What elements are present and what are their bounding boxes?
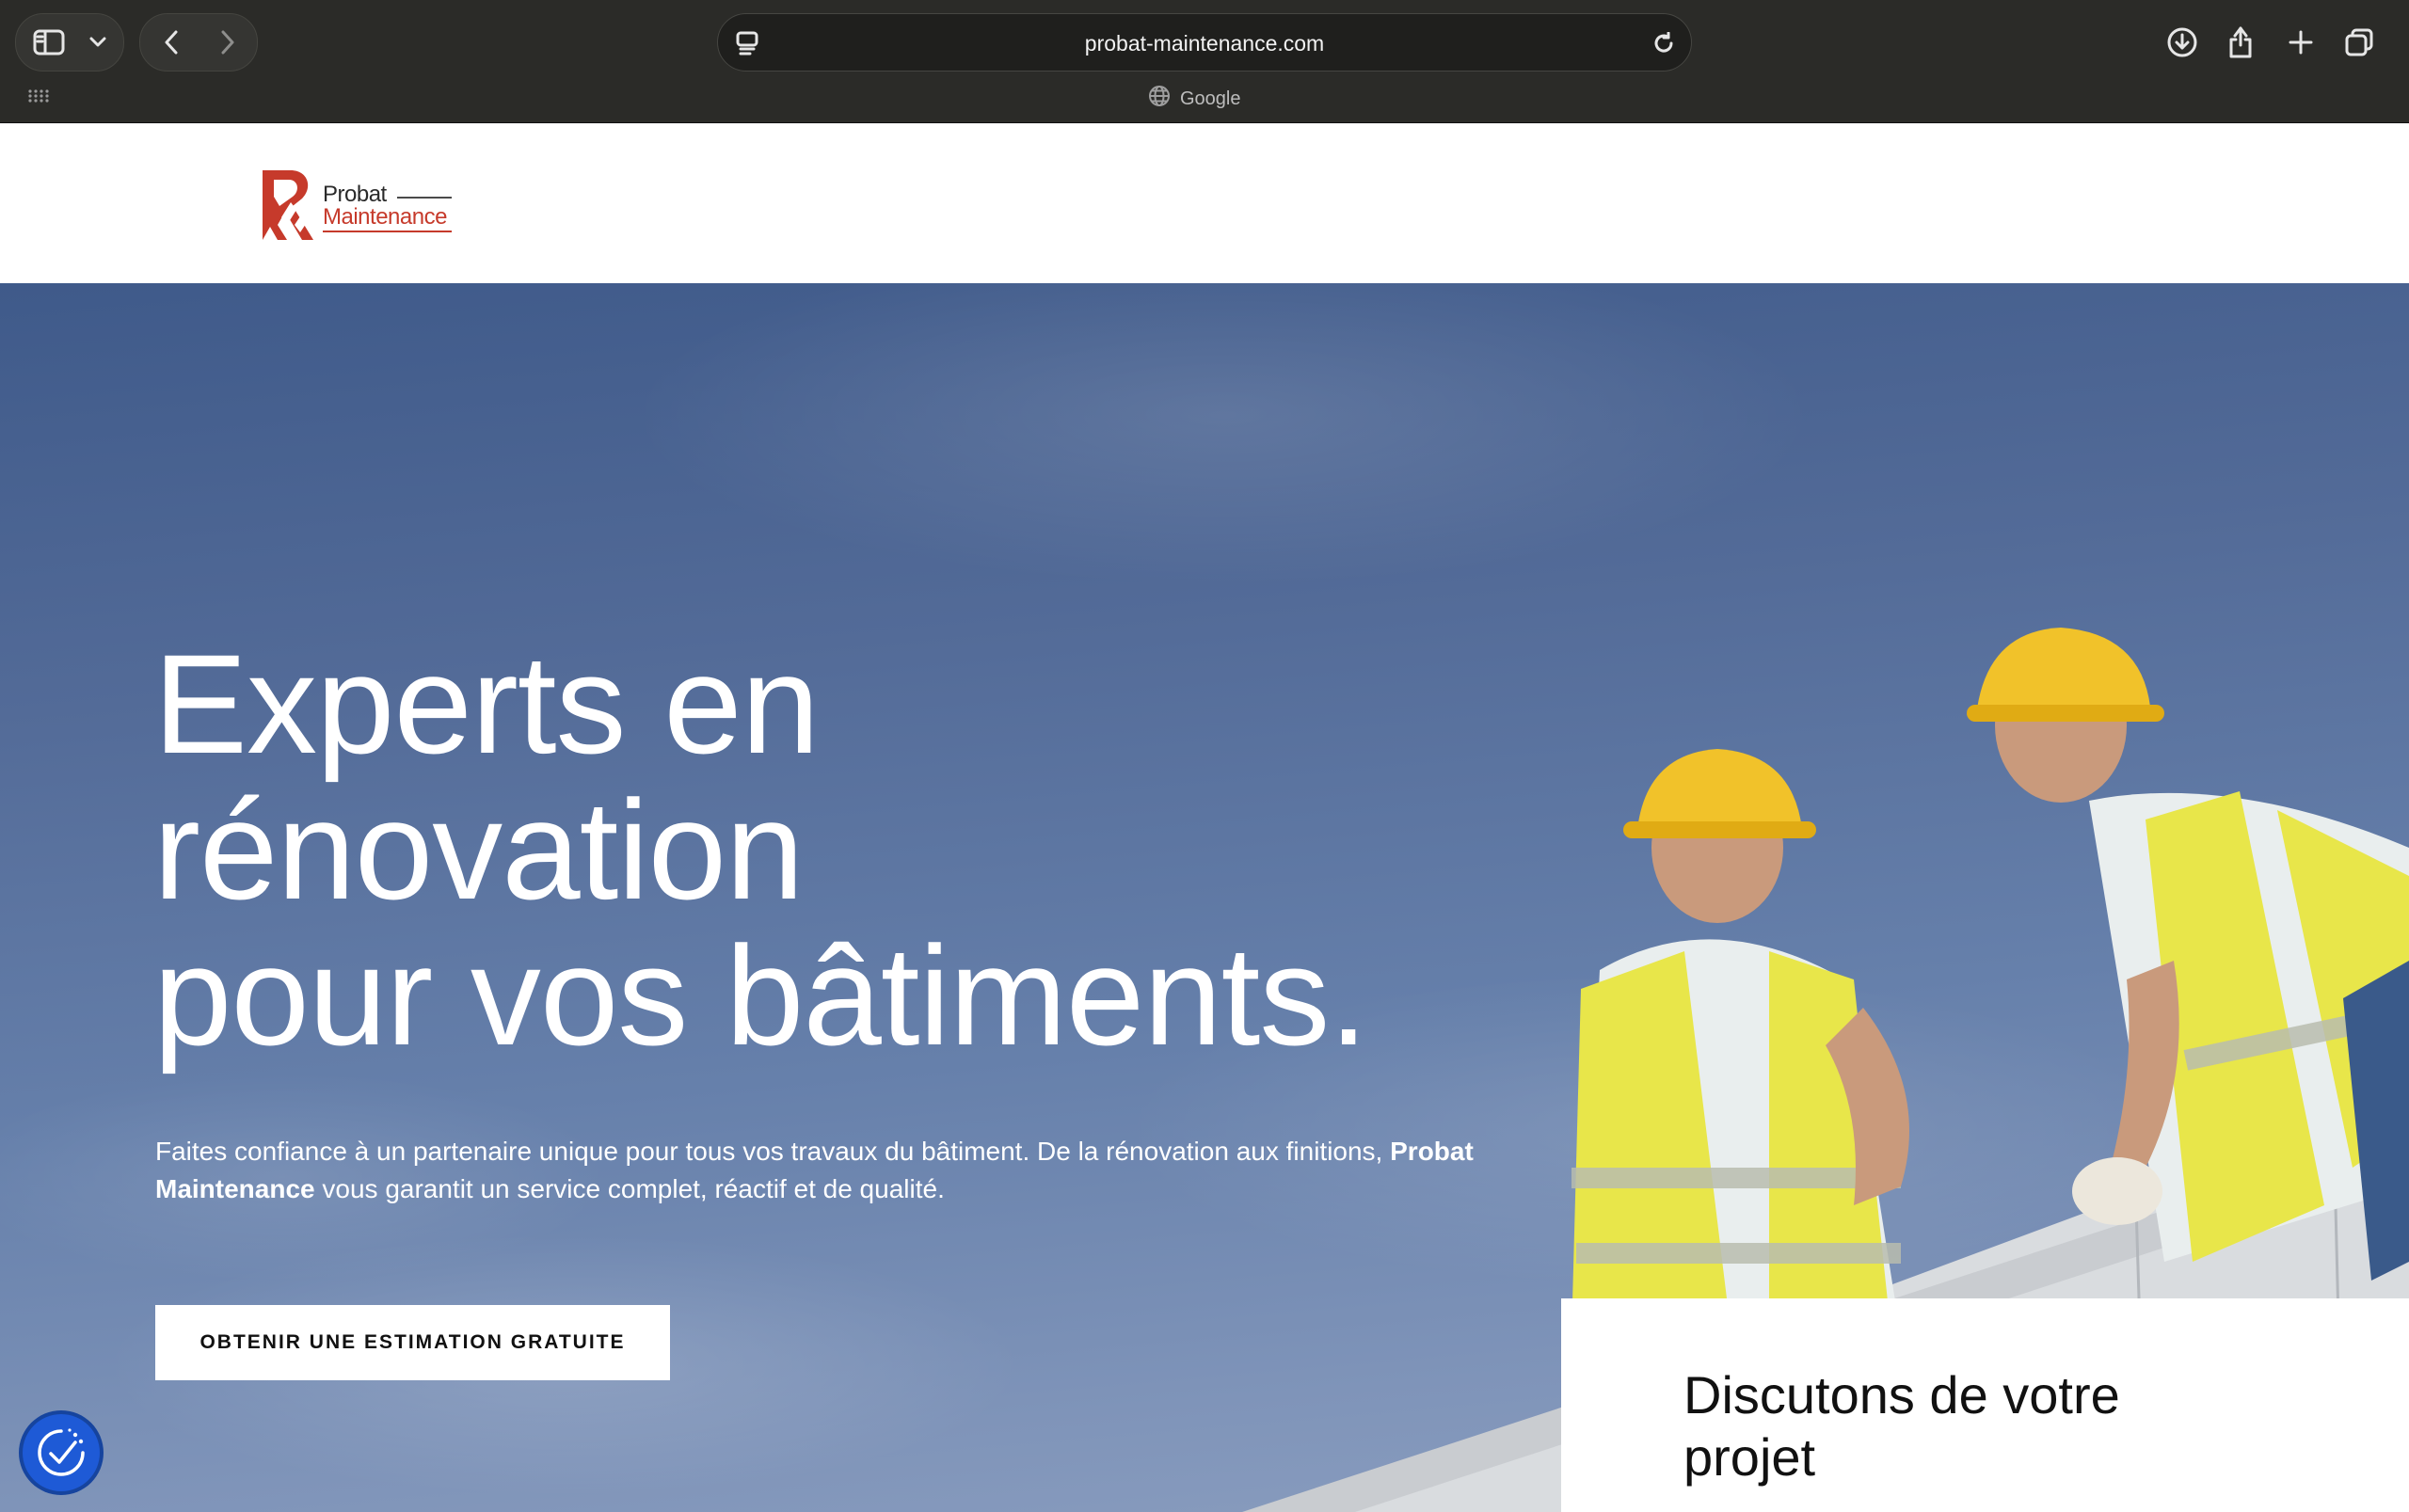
hero-title: Experts en rénovation pour vos bâtiments…: [153, 631, 1377, 1069]
sidebar-icon[interactable]: [28, 23, 70, 62]
plus-icon[interactable]: [2279, 21, 2322, 64]
hero-title-line-1: Experts en: [153, 625, 820, 783]
hero-subtitle-text-1: Faites confiance à un partenaire unique …: [155, 1137, 1391, 1166]
download-icon[interactable]: [2161, 21, 2204, 64]
free-estimate-button[interactable]: OBTENIR UNE ESTIMATION GRATUITE: [155, 1305, 670, 1380]
share-icon[interactable]: [2219, 19, 2262, 64]
url-text[interactable]: probat-maintenance.com: [718, 14, 1691, 72]
reload-icon[interactable]: [1646, 25, 1682, 61]
contact-card-title: Discutons de votre projet: [1683, 1365, 2120, 1487]
chevron-down-icon[interactable]: [81, 24, 115, 60]
site-logo[interactable]: Probat Maintenance: [259, 161, 475, 246]
tabs-overview-icon[interactable]: [2337, 21, 2381, 64]
hero-subtitle-text-2: vous garantit un service complet, réacti…: [314, 1174, 945, 1203]
accessibility-icon[interactable]: [23, 1414, 100, 1491]
chevron-left-icon[interactable]: [151, 23, 192, 62]
favorite-label: Google: [1180, 88, 1241, 109]
site-header: Probat Maintenance: [0, 123, 2409, 283]
chevron-right-icon[interactable]: [207, 23, 248, 62]
hero-section: Experts en rénovation pour vos bâtiments…: [0, 283, 2409, 1512]
hero-title-line-3: pour vos bâtiments.: [153, 916, 1368, 1074]
logo-underline: [323, 231, 452, 232]
favorite-google[interactable]: Google: [1148, 83, 1241, 115]
address-bar[interactable]: probat-maintenance.com: [717, 13, 1692, 72]
logo-text-maintenance: Maintenance: [323, 204, 447, 230]
globe-icon: [1148, 85, 1171, 113]
hero-title-line-2: rénovation: [153, 771, 805, 929]
browser-toolbar: probat-maintenance.com Google: [0, 0, 2409, 123]
logo-divider: [397, 197, 452, 199]
logo-mark-icon: [263, 170, 313, 240]
hero-subtitle: Faites confiance à un partenaire unique …: [155, 1133, 1510, 1208]
contact-card: Discutons de votre projet: [1561, 1298, 2409, 1512]
grid-icon[interactable]: [24, 85, 53, 107]
